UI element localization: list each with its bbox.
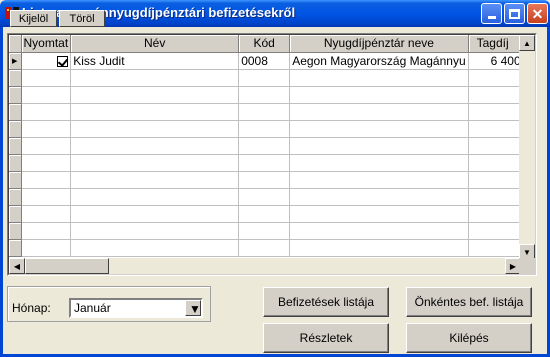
select-button-label: Kijelöl — [18, 12, 49, 25]
select-button[interactable]: Kijelöl — [10, 10, 57, 27]
payments-list-button-label: Befizetések listája — [277, 295, 375, 309]
month-label: Hónap: — [12, 301, 51, 315]
cell-fund[interactable]: Aegon Magyarország Magánnyu — [289, 52, 469, 70]
main-window: Lista a magánnyugdíjpénztári befizetések… — [0, 0, 550, 357]
maximize-icon — [509, 8, 520, 19]
column-header-fund[interactable]: Nyugdíjpénztár neve — [289, 35, 469, 53]
cell-fee[interactable]: 6 400 — [468, 52, 524, 70]
table-row — [9, 154, 524, 172]
table-row — [9, 120, 524, 138]
details-button-label: Részletek — [299, 331, 353, 345]
voluntary-list-button-label: Önkéntes bef. listája — [414, 295, 524, 309]
payments-grid[interactable]: Nyomtat Név Kód Nyugdíjpénztár neve Tagd… — [7, 33, 537, 276]
row-indicator — [9, 239, 22, 257]
minimize-icon — [487, 16, 496, 19]
close-icon: ✕ — [531, 5, 544, 22]
cell-code[interactable]: 0008 — [238, 52, 291, 70]
row-indicator — [9, 154, 22, 172]
payments-list-button[interactable]: Befizetések listája — [263, 287, 389, 317]
table-row — [9, 69, 524, 87]
column-header-fee[interactable]: Tagdíj — [468, 35, 524, 53]
row-indicator — [9, 103, 22, 121]
table-row[interactable]: ▶ Kiss Judit 0008 Aegon Magyarország Mag… — [9, 52, 524, 70]
chevron-down-icon: ▼ — [189, 302, 201, 316]
close-button[interactable]: ✕ — [527, 3, 548, 24]
vertical-scrollbar[interactable]: ▲ ▼ — [519, 35, 535, 260]
table-header-row: Nyomtat Név Kód Nyugdíjpénztár neve Tagd… — [9, 35, 524, 53]
row-indicator — [9, 69, 22, 87]
row-indicator-header — [9, 35, 22, 53]
delete-button-label: Töröl — [69, 12, 95, 25]
row-indicator: ▶ — [9, 52, 22, 70]
row-indicator — [9, 188, 22, 206]
horizontal-scrollbar[interactable]: ◀ ▶ — [9, 258, 521, 274]
maximize-button[interactable] — [504, 3, 525, 24]
print-checkbox-cell[interactable] — [21, 52, 72, 70]
column-header-print[interactable]: Nyomtat — [21, 35, 72, 53]
arrow-right-icon: ▶ — [509, 261, 517, 271]
row-indicator — [9, 120, 22, 138]
month-dropdown-button[interactable]: ▼ — [185, 300, 201, 316]
scroll-up-button[interactable]: ▲ — [519, 35, 535, 51]
delete-button[interactable]: Töröl — [59, 10, 105, 27]
exit-button-label: Kilépés — [449, 331, 489, 345]
horizontal-scroll-thumb[interactable] — [25, 258, 109, 274]
month-select-value: Január — [74, 301, 111, 315]
row-indicator — [9, 86, 22, 104]
voluntary-list-button[interactable]: Önkéntes bef. listája — [406, 287, 532, 317]
scroll-left-button[interactable]: ◀ — [9, 258, 25, 274]
scroll-corner — [519, 258, 535, 274]
exit-button[interactable]: Kilépés — [406, 323, 532, 353]
details-button[interactable]: Részletek — [263, 323, 389, 353]
table-row — [9, 137, 524, 155]
row-indicator — [9, 137, 22, 155]
arrow-down-icon: ▼ — [523, 247, 531, 257]
table-row — [9, 239, 524, 257]
table-row — [9, 86, 524, 104]
cell-name[interactable]: Kiss Judit — [70, 52, 240, 70]
month-select[interactable]: Január ▼ — [69, 298, 203, 318]
table-row — [9, 103, 524, 121]
payments-table: Nyomtat Név Kód Nyugdíjpénztár neve Tagd… — [9, 35, 524, 257]
table-row — [9, 205, 524, 223]
column-header-name[interactable]: Név — [70, 35, 240, 53]
table-row — [9, 171, 524, 189]
row-indicator — [9, 171, 22, 189]
minimize-button[interactable] — [481, 3, 502, 24]
row-indicator — [9, 205, 22, 223]
grid-inner: Nyomtat Név Kód Nyugdíjpénztár neve Tagd… — [8, 34, 536, 275]
arrow-left-icon: ◀ — [13, 261, 21, 271]
table-row — [9, 222, 524, 240]
column-header-code[interactable]: Kód — [238, 35, 291, 53]
print-checkbox[interactable] — [57, 55, 69, 67]
row-indicator — [9, 222, 22, 240]
arrow-up-icon: ▲ — [523, 38, 531, 48]
table-row — [9, 188, 524, 206]
